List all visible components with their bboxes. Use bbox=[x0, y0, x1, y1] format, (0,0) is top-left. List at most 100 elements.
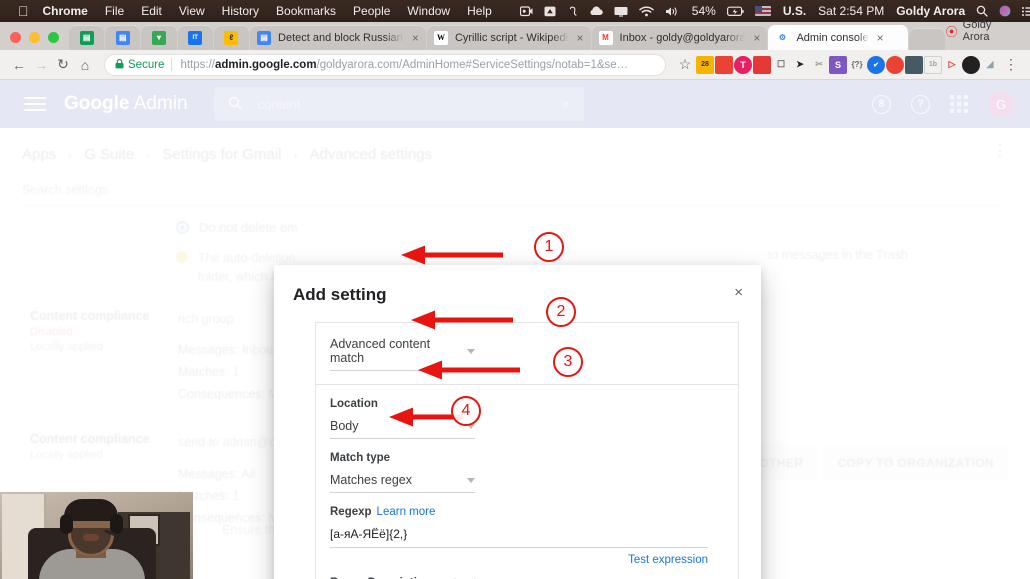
home-button[interactable]: ⌂ bbox=[74, 54, 96, 76]
minimize-window-button[interactable] bbox=[29, 32, 40, 43]
gauge-extension-icon[interactable] bbox=[962, 55, 980, 74]
menu-edit[interactable]: Edit bbox=[141, 4, 162, 18]
chrome-menu-button[interactable]: ⋮ bbox=[1000, 54, 1022, 76]
volume-icon[interactable] bbox=[665, 6, 680, 17]
grammar-extension-icon[interactable]: S bbox=[829, 55, 847, 74]
battery-icon[interactable] bbox=[726, 6, 744, 17]
scissors-extension-icon[interactable]: ✂ bbox=[810, 56, 828, 74]
onebox-extension-icon[interactable]: 1b bbox=[924, 55, 942, 74]
slides-icon: ▤ bbox=[115, 30, 130, 45]
window-controls bbox=[0, 32, 69, 50]
annotation-number: 3 bbox=[553, 347, 583, 377]
json-extension-icon[interactable]: {?} bbox=[848, 56, 866, 74]
pinned-tab-slides[interactable]: ▤ bbox=[105, 25, 141, 50]
back-button[interactable]: ← bbox=[8, 54, 30, 76]
tab-favicon-icon: ▤ bbox=[257, 30, 272, 45]
check-extension-icon[interactable]: ✔ bbox=[867, 55, 885, 74]
forward-button[interactable]: → bbox=[30, 54, 52, 76]
url-path: /goldyarora.com/AdminHome#ServiceSetting… bbox=[316, 58, 629, 71]
battery-percent: 54% bbox=[681, 4, 716, 18]
tab-close-icon[interactable]: × bbox=[577, 32, 584, 44]
wifi-icon[interactable] bbox=[639, 5, 654, 17]
new-tab-button[interactable] bbox=[909, 28, 945, 50]
airplay-icon[interactable] bbox=[544, 6, 556, 17]
gmail-icon: M bbox=[598, 30, 613, 45]
spotlight-search-icon[interactable] bbox=[976, 5, 988, 17]
menu-view[interactable]: View bbox=[179, 4, 205, 18]
setting-type-section: Advanced content match bbox=[316, 323, 738, 385]
tab-cyrillic-script-wikipedia[interactable]: W Cyrillic script - Wikipedia × bbox=[426, 25, 591, 50]
pinned-tab-l-app[interactable]: ℓ bbox=[213, 25, 250, 50]
flag-icon[interactable] bbox=[754, 6, 771, 16]
annotation-number: 1 bbox=[534, 232, 564, 262]
menu-chrome[interactable]: Chrome bbox=[43, 4, 88, 18]
match-type-label: Match type bbox=[330, 452, 391, 464]
lock-icon bbox=[115, 58, 124, 71]
extensions-bar: 28 T ☐ ➤ ✂ S {?} ✔ 1b ▷ ◢ ⋮ bbox=[696, 54, 1022, 76]
menu-file[interactable]: File bbox=[105, 4, 124, 18]
record-extension-icon[interactable] bbox=[886, 55, 904, 74]
annotation-marker-1: 1 bbox=[534, 232, 564, 262]
annotation-number: 4 bbox=[451, 396, 481, 426]
annotation-marker-4: 4 bbox=[451, 396, 481, 426]
tab-close-icon[interactable]: × bbox=[753, 32, 760, 44]
clock-label[interactable]: Sat 2:54 PM bbox=[818, 4, 884, 18]
notification-center-icon[interactable] bbox=[1022, 6, 1030, 17]
briefcase-extension-icon[interactable] bbox=[905, 55, 923, 74]
menu-help[interactable]: Help bbox=[467, 4, 492, 18]
url-scheme: https:// bbox=[180, 58, 215, 71]
cast-extension-icon[interactable]: ☐ bbox=[772, 56, 790, 74]
colorpicker-extension-icon[interactable] bbox=[753, 55, 771, 74]
maximize-window-button[interactable] bbox=[48, 32, 59, 43]
pinned-tab-cart[interactable]: ▾ bbox=[141, 25, 177, 50]
admin-console-icon: ⚙ bbox=[775, 30, 790, 45]
match-type-dropdown[interactable]: Matches regex bbox=[330, 473, 475, 493]
screen-record-icon[interactable] bbox=[519, 5, 533, 17]
url-text: https://admin.google.com/goldyarora.com/… bbox=[180, 59, 628, 71]
address-bar[interactable]: Secure https://admin.google.com/goldyaro… bbox=[104, 53, 666, 76]
mailbox-extension-icon[interactable] bbox=[715, 55, 733, 74]
macos-menu-bar:  Chrome File Edit View History Bookmark… bbox=[0, 0, 1030, 22]
calendar-extension-icon[interactable]: 28 bbox=[696, 55, 714, 74]
todoist-extension-icon[interactable]: T bbox=[734, 55, 752, 74]
bookmark-star-icon[interactable]: ☆ bbox=[674, 54, 696, 76]
profile-chip[interactable]: ⦿ Goldy Arora bbox=[946, 19, 1030, 50]
cloud-icon[interactable] bbox=[589, 6, 603, 16]
webcam-person-mouth bbox=[83, 534, 99, 541]
tab-detect-block-russian[interactable]: ▤ Detect and block Russian la × bbox=[250, 25, 426, 50]
annotation-arrow-2 bbox=[405, 307, 515, 338]
wikipedia-icon: W bbox=[433, 30, 448, 45]
reload-button[interactable]: ↻ bbox=[52, 54, 74, 76]
share-extension-icon[interactable]: ◢ bbox=[981, 56, 999, 74]
browser-toolbar: ← → ↻ ⌂ Secure https://admin.google.com/… bbox=[0, 50, 1030, 80]
tab-admin-console[interactable]: ⚙ Admin console × bbox=[768, 25, 909, 50]
cursor-extension-icon[interactable]: ➤ bbox=[791, 56, 809, 74]
dialog-header: Add setting × bbox=[274, 265, 761, 305]
close-icon[interactable]: × bbox=[734, 285, 743, 300]
pinned-tab-sheets[interactable]: ▤ bbox=[69, 25, 105, 50]
menubar-user-name[interactable]: Goldy Arora bbox=[896, 4, 965, 18]
dialog-title: Add setting bbox=[293, 285, 387, 304]
test-expression-link[interactable]: Test expression bbox=[330, 554, 708, 566]
learn-more-link[interactable]: Learn more bbox=[377, 506, 436, 518]
eyedropper-extension-icon[interactable]: ▷ bbox=[943, 56, 961, 74]
menu-people[interactable]: People bbox=[353, 4, 390, 18]
menu-history[interactable]: History bbox=[222, 4, 259, 18]
tab-close-icon[interactable]: × bbox=[412, 32, 419, 44]
dropbox-icon[interactable] bbox=[567, 6, 578, 17]
tab-close-icon[interactable]: × bbox=[877, 32, 884, 44]
regexp-input[interactable]: [а-яА-ЯЁё]{2,} bbox=[330, 527, 708, 548]
fields-section: Location Body Match type Matches regex R… bbox=[316, 398, 738, 579]
sheets-icon: ▤ bbox=[79, 30, 94, 45]
locale-label: U.S. bbox=[772, 4, 806, 18]
siri-icon[interactable] bbox=[999, 5, 1011, 17]
close-window-button[interactable] bbox=[10, 32, 21, 43]
display-icon[interactable] bbox=[614, 6, 628, 17]
menu-window[interactable]: Window bbox=[407, 4, 450, 18]
match-type-value: Matches regex bbox=[330, 473, 412, 487]
apple-logo-icon[interactable]:  bbox=[18, 4, 29, 18]
pinned-tab-itpro[interactable]: IT bbox=[177, 25, 213, 50]
menu-bookmarks[interactable]: Bookmarks bbox=[276, 4, 336, 18]
tab-title: Cyrillic script - Wikipedia bbox=[454, 31, 569, 44]
tab-inbox-gmail[interactable]: M Inbox - goldy@goldyarora.c × bbox=[591, 25, 768, 50]
